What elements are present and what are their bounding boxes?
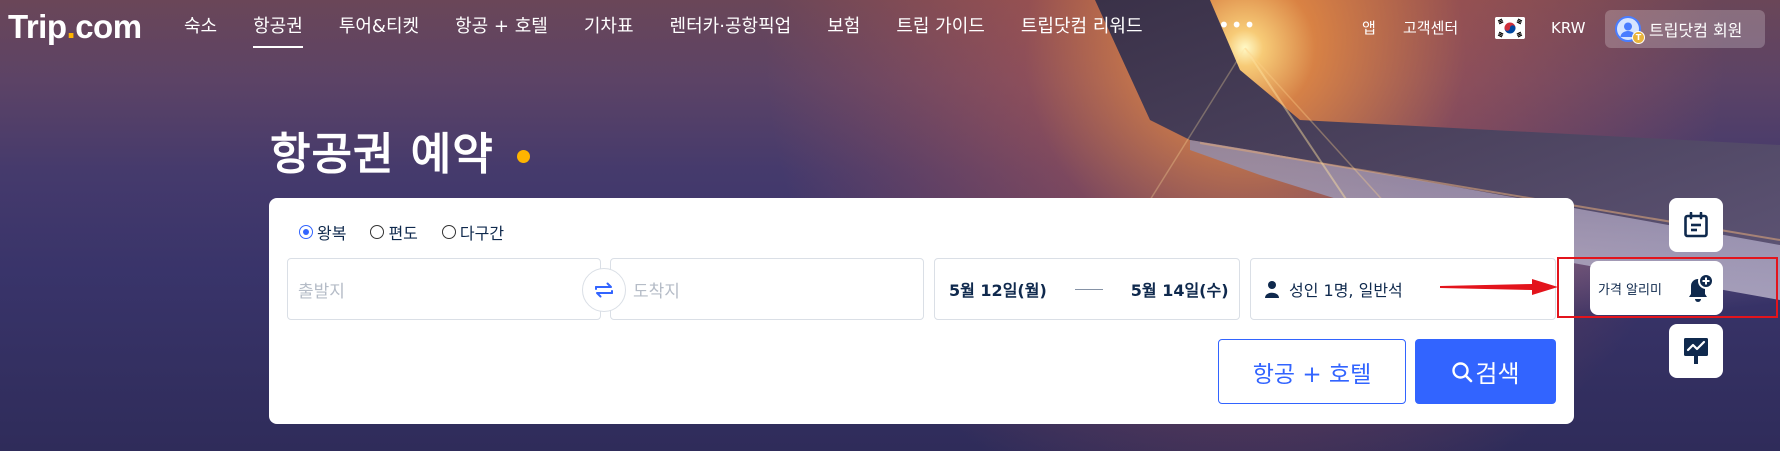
nav-item-trains[interactable]: 기차표	[584, 0, 634, 56]
search-button-label: 검색	[1475, 360, 1520, 388]
app-link[interactable]: 앱	[1362, 0, 1376, 56]
calendar-shortcut-button[interactable]	[1669, 198, 1723, 252]
nav-item-flights[interactable]: 항공권	[253, 0, 303, 56]
passengers-summary: 성인 1명, 일반석	[1289, 281, 1403, 300]
page-title: 항공권 예약	[270, 129, 494, 180]
nav-item-tours-tickets[interactable]: 투어&티켓	[339, 0, 419, 56]
red-annotation-arrow	[1440, 279, 1558, 295]
korea-flag-icon[interactable]	[1495, 17, 1525, 39]
customer-support-link[interactable]: 고객센터	[1403, 0, 1458, 56]
trip-type-selector: 왕복 편도 다구간	[299, 220, 528, 244]
trip-type-label: 다구간	[459, 224, 505, 243]
more-menu-icon[interactable]: •••	[1218, 13, 1256, 37]
radio-checked-icon	[299, 225, 313, 239]
nav-item-flight-hotel[interactable]: 항공 + 호텔	[455, 0, 548, 56]
main-nav-items: 숙소 항공권 투어&티켓 항공 + 호텔 기차표 렌터카·공항픽업 보험 트립 …	[184, 0, 1143, 56]
trip-type-label: 왕복	[317, 224, 347, 243]
depart-date: 5월 12일(월)	[949, 281, 1047, 300]
trip-type-multi-city[interactable]: 다구간	[441, 220, 505, 244]
radio-unchecked-icon	[441, 225, 456, 239]
origin-placeholder: 출발지	[298, 281, 345, 302]
nav-item-insurance[interactable]: 보험	[827, 0, 860, 56]
trip-type-one-way[interactable]: 편도	[370, 220, 418, 244]
nav-item-rewards[interactable]: 트립닷컴 리워드	[1021, 0, 1143, 56]
date-separator	[1074, 288, 1103, 290]
calendar-icon	[1684, 212, 1708, 238]
price-trend-button[interactable]	[1669, 324, 1723, 378]
date-range-field[interactable]: 5월 12일(월) 5월 14일(수)	[934, 258, 1240, 320]
origin-field[interactable]: 출발지	[287, 258, 601, 320]
red-highlight-box	[1557, 257, 1778, 318]
nav-item-car-rental[interactable]: 렌터카·공항픽업	[670, 0, 792, 56]
trip-type-label: 편도	[388, 224, 418, 243]
title-accent-dot	[517, 150, 530, 163]
nav-item-trip-guide[interactable]: 트립 가이드	[896, 0, 985, 56]
return-date: 5월 14일(수)	[1130, 281, 1229, 300]
radio-unchecked-icon	[370, 225, 385, 239]
search-icon	[1452, 361, 1473, 382]
destination-field[interactable]: 도착지	[610, 258, 924, 320]
currency-selector[interactable]: KRW	[1551, 0, 1585, 56]
swap-airports-button[interactable]	[582, 268, 626, 312]
member-label: 트립닷컴 회원	[1649, 21, 1743, 40]
avatar-icon: T	[1615, 16, 1645, 44]
trip-com-logo[interactable]: Trip.com	[8, 8, 142, 46]
member-login-button[interactable]: T 트립닷컴 회원	[1605, 10, 1765, 48]
trip-type-round-trip[interactable]: 왕복	[299, 220, 346, 244]
swap-icon	[595, 282, 613, 298]
flight-hotel-bundle-button[interactable]: 항공 + 호텔	[1218, 339, 1406, 404]
top-nav: Trip.com 숙소 항공권 투어&티켓 항공 + 호텔 기차표 렌터카·공항…	[0, 0, 1780, 56]
search-button[interactable]: 검색	[1415, 339, 1556, 404]
person-icon	[1265, 281, 1279, 298]
chart-trend-icon	[1684, 338, 1708, 364]
flight-search-card: 왕복 편도 다구간 출발지 도착지 5월 12일(월) 5월 14일(수) 성인…	[269, 198, 1574, 424]
coin-badge-icon: T	[1632, 31, 1645, 44]
nav-item-hotels[interactable]: 숙소	[184, 0, 217, 56]
